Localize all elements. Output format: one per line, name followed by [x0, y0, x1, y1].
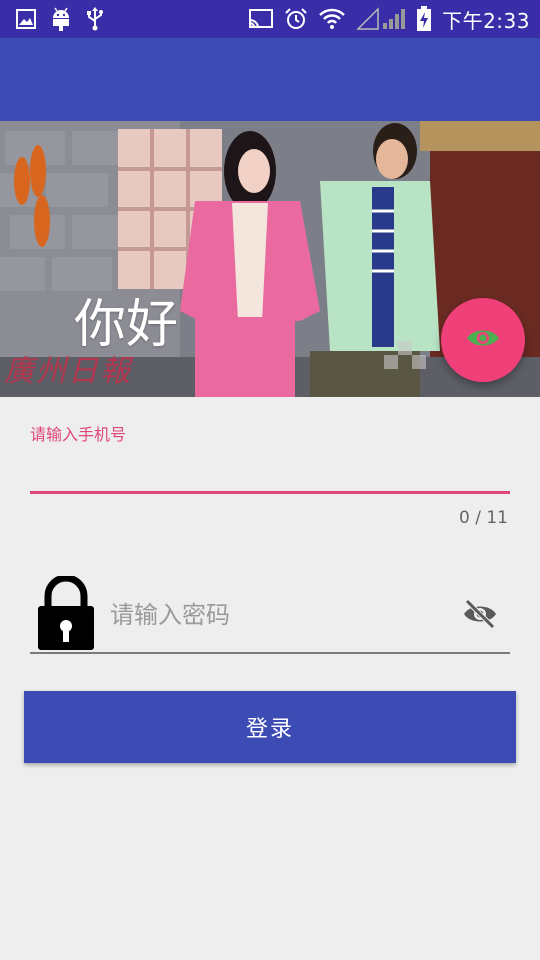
phone-underline [30, 491, 510, 494]
android-icon [50, 7, 72, 31]
battery-icon [416, 6, 432, 32]
hero-title: 你好 [74, 295, 179, 355]
wifi-icon [318, 8, 346, 30]
password-underline [30, 652, 510, 654]
cast-icon [248, 8, 274, 30]
status-time: 下午2:33 [442, 8, 530, 33]
phone-char-counter: 0 / 11 [459, 508, 508, 528]
app-bar [0, 38, 540, 121]
lock-icon [36, 574, 96, 654]
image-icon [16, 9, 36, 29]
status-bar-left [16, 7, 104, 31]
status-bar-right: 下午2:33 [248, 5, 530, 33]
signal-icon [356, 7, 406, 31]
usb-icon [86, 7, 104, 31]
phone-label: 请输入手机号 [30, 425, 127, 444]
eye-icon [466, 327, 500, 353]
phone-input[interactable] [30, 450, 514, 490]
login-button[interactable]: 登录 [24, 691, 516, 763]
status-bar: 下午2:33 [0, 0, 540, 38]
password-input[interactable] [108, 593, 452, 637]
eye-off-icon[interactable] [462, 598, 498, 634]
alarm-icon [284, 7, 308, 31]
visibility-fab[interactable] [441, 298, 525, 382]
